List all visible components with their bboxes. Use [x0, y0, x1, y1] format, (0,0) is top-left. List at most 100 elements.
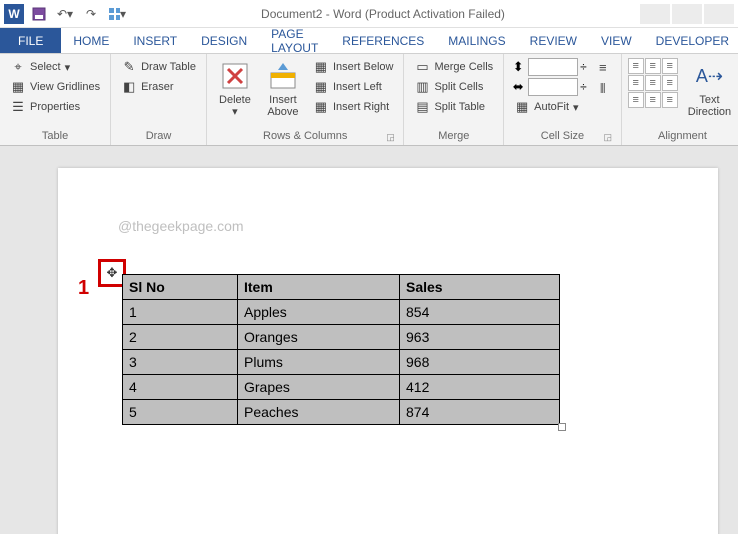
table-cell[interactable]: Oranges — [238, 325, 400, 350]
insert-above-button[interactable]: Insert Above — [261, 58, 305, 128]
text-direction-button[interactable]: A⇢ Text Direction — [682, 58, 737, 128]
text-direction-label: Text Direction — [688, 94, 731, 118]
title-bar: W ↶▾ ↷ ▾ Document2 - Word (Product Activ… — [0, 0, 738, 28]
table-cell[interactable]: 3 — [123, 350, 238, 375]
table-row[interactable]: 4Grapes412 — [123, 375, 560, 400]
table-header[interactable]: Sales — [400, 275, 560, 300]
stepper-icon[interactable]: ÷ — [580, 60, 587, 74]
col-width-input[interactable] — [528, 78, 578, 96]
document-table-wrap: Sl No Item Sales 1Apples8542Oranges9633P… — [122, 274, 560, 425]
document-table[interactable]: Sl No Item Sales 1Apples8542Oranges9633P… — [122, 274, 560, 425]
draw-table-button[interactable]: ✎Draw Table — [117, 58, 200, 76]
align-bl[interactable]: ≡ — [628, 92, 644, 108]
insert-left-button[interactable]: ▦Insert Left — [309, 78, 398, 96]
save-icon[interactable] — [30, 5, 48, 23]
stepper-icon[interactable]: ÷ — [580, 80, 587, 94]
table-cell[interactable]: 1 — [123, 300, 238, 325]
undo-icon[interactable]: ↶▾ — [56, 5, 74, 23]
ribbon-group-draw: ✎Draw Table ◧Eraser Draw — [111, 54, 207, 145]
window-decoration — [640, 4, 734, 24]
table-cell[interactable]: 4 — [123, 375, 238, 400]
delete-icon — [219, 60, 251, 92]
split-cells-label: Split Cells — [434, 81, 483, 93]
tab-design[interactable]: DESIGN — [189, 28, 259, 53]
quick-access-toolbar: ↶▾ ↷ ▾ — [30, 5, 126, 23]
autofit-button[interactable]: ▦AutoFit ▾ — [510, 98, 587, 116]
redo-icon[interactable]: ↷ — [82, 5, 100, 23]
align-mr[interactable]: ≡ — [662, 75, 678, 91]
table-cell[interactable]: 412 — [400, 375, 560, 400]
dialog-launcher-icon[interactable]: ◲ — [603, 132, 613, 142]
select-button[interactable]: ⌖Select ▾ — [6, 58, 104, 76]
table-cell[interactable]: Grapes — [238, 375, 400, 400]
ribbon: ⌖Select ▾ ▦View Gridlines ☰Properties Ta… — [0, 54, 738, 146]
align-br[interactable]: ≡ — [662, 92, 678, 108]
group-label-alignment: Alignment — [628, 128, 737, 145]
table-cell[interactable]: 968 — [400, 350, 560, 375]
eraser-button[interactable]: ◧Eraser — [117, 78, 200, 96]
align-mc[interactable]: ≡ — [645, 75, 661, 91]
split-cells-icon: ▥ — [414, 79, 430, 95]
pencil-icon: ✎ — [121, 59, 137, 75]
distribute-cols-button[interactable]: ⦀ — [591, 80, 615, 98]
table-cell[interactable]: Peaches — [238, 400, 400, 425]
tab-mailings[interactable]: MAILINGS — [436, 28, 517, 53]
tab-developer[interactable]: DEVELOPER — [644, 28, 738, 53]
align-ml[interactable]: ≡ — [628, 75, 644, 91]
properties-label: Properties — [30, 101, 80, 113]
table-row[interactable]: 3Plums968 — [123, 350, 560, 375]
table-move-handle-icon[interactable]: ✥ — [107, 265, 118, 281]
tab-view[interactable]: VIEW — [589, 28, 644, 53]
tab-file[interactable]: FILE — [0, 28, 61, 53]
tab-insert[interactable]: INSERT — [121, 28, 189, 53]
autofit-icon: ▦ — [514, 99, 530, 115]
align-tc[interactable]: ≡ — [645, 58, 661, 74]
split-table-button[interactable]: ▤Split Table — [410, 98, 497, 116]
merge-cells-label: Merge Cells — [434, 61, 493, 73]
tab-references[interactable]: REFERENCES — [330, 28, 436, 53]
table-header[interactable]: Item — [238, 275, 400, 300]
eraser-icon: ◧ — [121, 79, 137, 95]
table-row[interactable]: 1Apples854 — [123, 300, 560, 325]
insert-right-label: Insert Right — [333, 101, 389, 113]
tab-page-layout[interactable]: PAGE LAYOUT — [259, 28, 330, 53]
insert-above-label: Insert Above — [267, 94, 298, 118]
align-bc[interactable]: ≡ — [645, 92, 661, 108]
view-gridlines-button[interactable]: ▦View Gridlines — [6, 78, 104, 96]
row-height-icon: ⬍ — [510, 59, 526, 75]
distribute-rows-button[interactable]: ≡ — [591, 58, 615, 76]
group-label-merge: Merge — [410, 128, 497, 145]
table-header[interactable]: Sl No — [123, 275, 238, 300]
gridlines-label: View Gridlines — [30, 81, 100, 93]
tab-home[interactable]: HOME — [61, 28, 121, 53]
table-resize-handle-icon[interactable] — [558, 423, 566, 431]
group-label-draw: Draw — [117, 128, 200, 145]
split-cells-button[interactable]: ▥ Split Cells — [410, 78, 497, 96]
table-cell[interactable]: 874 — [400, 400, 560, 425]
dialog-launcher-icon[interactable]: ◲ — [385, 132, 395, 142]
table-cell[interactable]: Apples — [238, 300, 400, 325]
table-cell[interactable]: 2 — [123, 325, 238, 350]
properties-button[interactable]: ☰Properties — [6, 98, 104, 116]
insert-right-button[interactable]: ▦Insert Right — [309, 98, 398, 116]
table-cell[interactable]: Plums — [238, 350, 400, 375]
tab-review[interactable]: REVIEW — [518, 28, 589, 53]
table-cell[interactable]: 5 — [123, 400, 238, 425]
insert-below-button[interactable]: ▦Insert Below — [309, 58, 398, 76]
window-title: Document2 - Word (Product Activation Fai… — [126, 7, 640, 21]
page[interactable]: @thegeekpage.com 1 ✥ Sl No Item Sales 1A… — [58, 168, 718, 534]
align-tl[interactable]: ≡ — [628, 58, 644, 74]
table-row[interactable]: 5Peaches874 — [123, 400, 560, 425]
table-header-row[interactable]: Sl No Item Sales — [123, 275, 560, 300]
customize-qat-icon[interactable]: ▾ — [108, 5, 126, 23]
table-cell[interactable]: 854 — [400, 300, 560, 325]
insert-below-label: Insert Below — [333, 61, 394, 73]
ribbon-group-alignment: ≡≡≡ ≡≡≡ ≡≡≡ A⇢ Text Direction Alignment — [622, 54, 738, 145]
delete-button[interactable]: Delete▾ — [213, 58, 257, 128]
table-row[interactable]: 2Oranges963 — [123, 325, 560, 350]
table-cell[interactable]: 963 — [400, 325, 560, 350]
merge-cells-button[interactable]: ▭Merge Cells — [410, 58, 497, 76]
insert-above-icon — [267, 60, 299, 92]
row-height-input[interactable] — [528, 58, 578, 76]
align-tr[interactable]: ≡ — [662, 58, 678, 74]
